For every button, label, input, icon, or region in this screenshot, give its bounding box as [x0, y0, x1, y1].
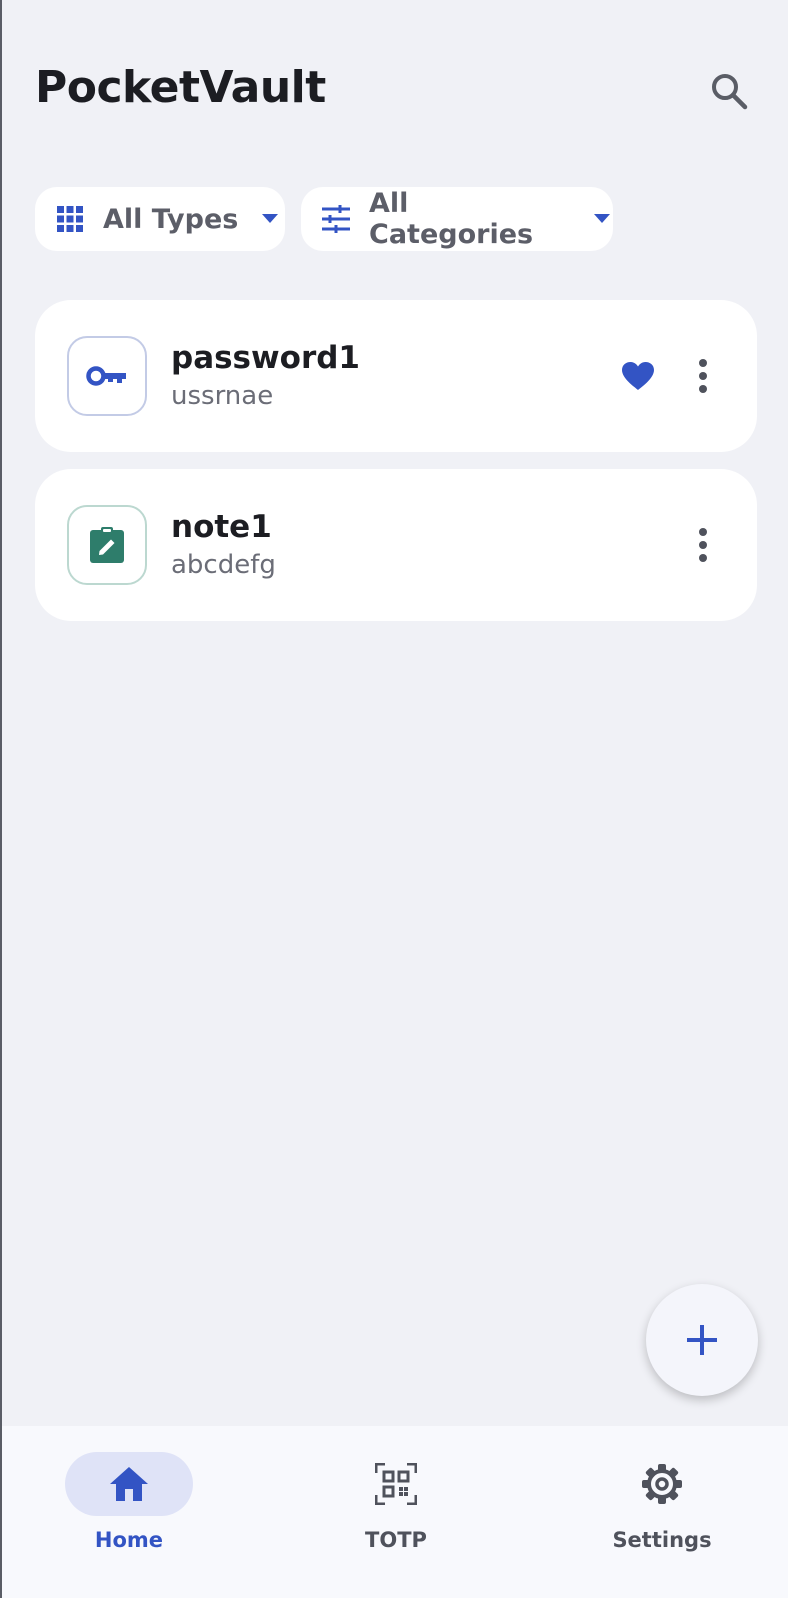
grid-icon	[55, 204, 85, 234]
nav-item-home[interactable]: Home	[29, 1452, 229, 1562]
nav-label: Home	[94, 1528, 164, 1552]
list-item-password1[interactable]: password1 ussrnae	[35, 300, 757, 452]
categories-filter-label: All Categories	[369, 188, 534, 250]
key-icon	[86, 366, 126, 386]
bottom-navigation: Home TOTP Settings	[2, 1426, 788, 1598]
app-title: PocketVault	[35, 62, 326, 113]
heart-icon	[622, 362, 654, 390]
more-vert-icon	[699, 528, 707, 562]
nav-label: Settings	[612, 1528, 712, 1552]
more-vert-icon	[699, 359, 707, 393]
note-type-badge	[67, 505, 147, 585]
nav-label: TOTP	[365, 1528, 427, 1552]
tune-icon	[321, 204, 351, 234]
more-options-button[interactable]	[679, 352, 727, 400]
nav-item-totp[interactable]: TOTP	[296, 1452, 496, 1562]
search-button[interactable]	[706, 68, 752, 114]
search-icon	[712, 74, 748, 110]
note-icon	[90, 527, 124, 563]
password-type-badge	[67, 336, 147, 416]
favorite-button[interactable]	[614, 352, 662, 400]
gear-icon	[642, 1464, 682, 1504]
home-screen: PocketVault All Types All Categories pas…	[0, 0, 788, 1598]
list-item-note1[interactable]: note1 abcdefg	[35, 469, 757, 621]
types-filter-dropdown[interactable]: All Types	[35, 187, 285, 251]
caret-down-icon	[258, 207, 282, 231]
caret-down-icon	[590, 207, 613, 231]
item-subtitle: ussrnae	[171, 381, 274, 411]
qr-code-icon	[375, 1463, 417, 1505]
add-item-button[interactable]	[646, 1284, 758, 1396]
categories-filter-dropdown[interactable]: All Categories	[301, 187, 613, 251]
more-options-button[interactable]	[679, 521, 727, 569]
item-title: note1	[171, 509, 272, 545]
item-title: password1	[171, 340, 360, 376]
nav-item-settings[interactable]: Settings	[562, 1452, 762, 1562]
home-icon	[110, 1467, 148, 1501]
nav-indicator	[65, 1452, 193, 1516]
types-filter-label: All Types	[103, 203, 239, 235]
item-subtitle: abcdefg	[171, 550, 276, 580]
plus-icon	[687, 1325, 717, 1355]
